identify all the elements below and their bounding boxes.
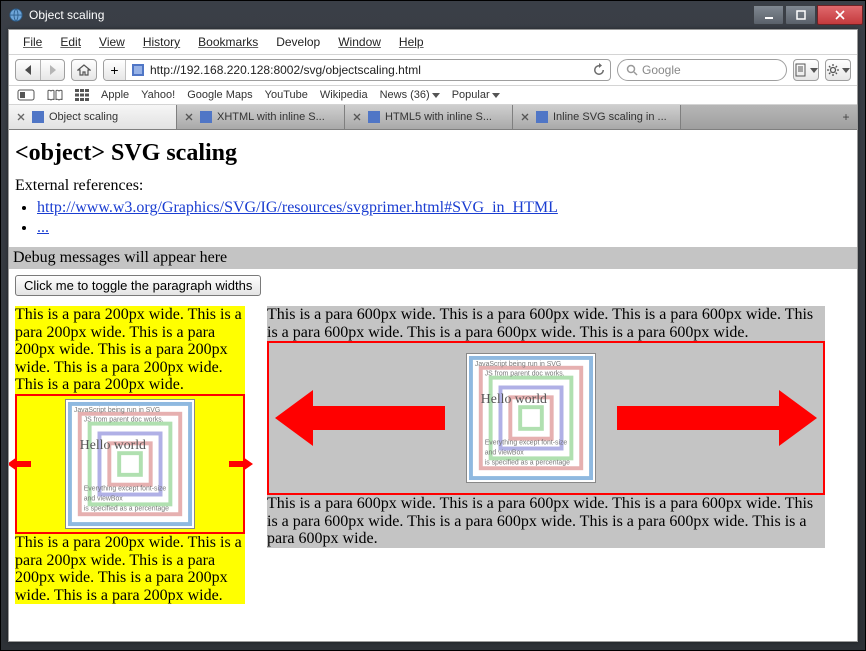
ref-link-1[interactable]: http://www.w3.org/Graphics/SVG/IG/resour… (37, 199, 558, 216)
top-sites-button[interactable] (75, 89, 89, 101)
bm-gmaps[interactable]: Google Maps (187, 89, 252, 101)
tab-1[interactable]: XHTML with inline S... (177, 105, 345, 129)
tab-close-icon[interactable] (519, 111, 531, 123)
menu-history[interactable]: History (135, 33, 188, 51)
svg-text:and viewBox: and viewBox (485, 450, 525, 457)
url-text[interactable]: http://192.168.220.128:8002/svg/objectsc… (150, 63, 588, 77)
reading-list-button[interactable] (47, 89, 63, 101)
os-window: Object scaling File Edit View History Bo… (0, 0, 866, 651)
ext-refs-label: External references: (15, 177, 851, 195)
col-600: This is a para 600px wide. This is a par… (267, 306, 825, 548)
page-viewport: <object> SVG scaling External references… (9, 130, 857, 641)
svg-text:is specified as a percentage: is specified as a percentage (485, 459, 570, 466)
address-bar[interactable]: + http://192.168.220.128:8002/svg/object… (103, 59, 611, 81)
ref-link-2[interactable]: ... (37, 219, 49, 236)
tab-label: XHTML with inline S... (217, 111, 325, 123)
search-icon (626, 64, 638, 76)
tab-label: Inline SVG scaling in ... (553, 111, 667, 123)
bookmarks-bar: Apple Yahoo! Google Maps YouTube Wikiped… (9, 86, 857, 105)
toolbar: + http://192.168.220.128:8002/svg/object… (9, 55, 857, 86)
tab-close-icon[interactable] (183, 111, 195, 123)
tab-close-icon[interactable] (351, 111, 363, 123)
reload-icon[interactable] (592, 63, 606, 77)
bm-popular[interactable]: Popular (452, 89, 500, 101)
bm-wikipedia[interactable]: Wikipedia (320, 89, 368, 101)
nested-svg: JavaScript being run in SVG JS from pare… (65, 399, 195, 529)
svg-text:JS from parent doc works.: JS from parent doc works. (84, 417, 164, 424)
titlebar[interactable]: Object scaling (1, 1, 865, 29)
bm-news[interactable]: News (36) (380, 89, 440, 101)
gear-icon (826, 63, 840, 77)
tab-2[interactable]: HTML5 with inline S... (345, 105, 513, 129)
tab-0[interactable]: Object scaling (9, 105, 177, 129)
menu-develop[interactable]: Develop (268, 33, 328, 51)
search-placeholder: Google (642, 63, 681, 77)
toggle-width-button[interactable]: Click me to toggle the paragraph widths (15, 275, 261, 296)
tab-label: HTML5 with inline S... (385, 111, 492, 123)
favicon-icon (535, 110, 549, 124)
menu-view[interactable]: View (91, 33, 133, 51)
tab-close-icon[interactable] (15, 111, 27, 123)
tab-strip: Object scaling XHTML with inline S... HT… (9, 105, 857, 130)
para-200-bottom: This is a para 200px wide. This is a par… (15, 534, 245, 604)
para-600-bottom: This is a para 600px wide. This is a par… (267, 495, 825, 548)
menu-bar: File Edit View History Bookmarks Develop… (9, 30, 857, 55)
debug-bar: Debug messages will appear here (9, 247, 857, 269)
menu-file[interactable]: File (15, 33, 50, 51)
arrow-right-icon (229, 457, 253, 471)
para-600-top: This is a para 600px wide. This is a par… (267, 306, 825, 341)
svg-text:Hello world: Hello world (481, 391, 547, 406)
page-favicon-icon (130, 62, 146, 78)
menu-window[interactable]: Window (330, 33, 389, 51)
search-field[interactable]: Google (617, 59, 787, 81)
add-bookmark-button[interactable]: + (104, 60, 126, 80)
arrow-right-icon (617, 390, 817, 446)
show-bookmarks-button[interactable] (17, 89, 35, 101)
arrow-left-icon (275, 390, 445, 446)
col-200: This is a para 200px wide. This is a par… (15, 306, 245, 604)
svg-text:JavaScript being run in SVG: JavaScript being run in SVG (74, 407, 160, 414)
bm-apple[interactable]: Apple (101, 89, 129, 101)
window-title: Object scaling (29, 8, 104, 22)
page-menu-button[interactable] (793, 59, 819, 81)
browser-frame: File Edit View History Bookmarks Develop… (8, 29, 858, 642)
favicon-icon (199, 110, 213, 124)
svg-text:JS from parent doc works.: JS from parent doc works. (485, 371, 565, 378)
back-button[interactable] (16, 60, 40, 80)
maximize-button[interactable] (785, 5, 816, 25)
tab-label: Object scaling (49, 111, 118, 123)
svg-text:JavaScript being run in SVG: JavaScript being run in SVG (475, 361, 561, 368)
svg-text:Hello world: Hello world (80, 437, 146, 452)
globe-icon (9, 8, 23, 22)
favicon-icon (367, 110, 381, 124)
bm-yahoo[interactable]: Yahoo! (141, 89, 175, 101)
forward-button[interactable] (40, 60, 64, 80)
nested-svg: JavaScript being run in SVG JS from pare… (466, 353, 596, 483)
menu-edit[interactable]: Edit (52, 33, 89, 51)
svg-text:is specified as a percentage: is specified as a percentage (84, 505, 169, 512)
svg-text:Everything except font-size: Everything except font-size (485, 440, 568, 447)
menu-bookmarks[interactable]: Bookmarks (190, 33, 266, 51)
bm-youtube[interactable]: YouTube (265, 89, 308, 101)
svg-text:and viewBox: and viewBox (84, 495, 124, 502)
new-tab-button[interactable]: + (835, 105, 857, 129)
settings-menu-button[interactable] (825, 59, 851, 81)
svg-text:Everything except font-size: Everything except font-size (84, 486, 167, 493)
tab-3[interactable]: Inline SVG scaling in ... (513, 105, 681, 129)
home-icon (77, 64, 91, 76)
page-title: <object> SVG scaling (15, 140, 851, 167)
arrow-left-icon (9, 457, 31, 471)
menu-help[interactable]: Help (391, 33, 432, 51)
close-button[interactable] (817, 5, 863, 25)
home-button[interactable] (71, 59, 97, 81)
favicon-icon (31, 110, 45, 124)
minimize-button[interactable] (753, 5, 784, 25)
page-icon (794, 63, 808, 77)
para-200-top: This is a para 200px wide. This is a par… (15, 306, 245, 394)
